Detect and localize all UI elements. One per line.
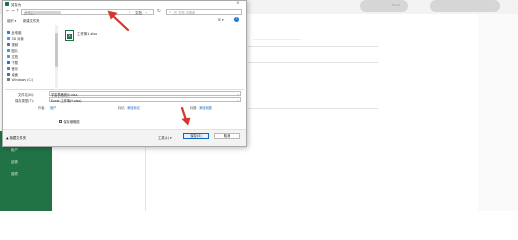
filename-field[interactable]: 宇宙表格统计.xlsx ⌄ bbox=[49, 91, 241, 97]
filename-value: 宇宙表格统计.xlsx bbox=[51, 92, 78, 97]
blurred-user-area-2 bbox=[430, 0, 500, 12]
forward-arrow-icon[interactable]: → bbox=[11, 9, 15, 14]
sidebar-item-options[interactable]: 选项 bbox=[11, 171, 18, 176]
back-arrow-icon[interactable]: ← bbox=[6, 9, 10, 14]
file-name: 工作簿1.xlsx bbox=[77, 32, 98, 36]
blurred-path bbox=[31, 11, 61, 14]
navigation-bar: ← → ↑ 此电脑 › 文档 ⌄ ↻ ⌕ 在 文档 中搜索 bbox=[3, 8, 246, 17]
refresh-icon[interactable]: ↻ bbox=[157, 9, 161, 14]
save-as-dialog: 另存为 × ← → ↑ 此电脑 › 文档 ⌄ ↻ ⌕ 在 文档 中搜索 组织 ▾… bbox=[2, 0, 247, 147]
search-icon: ⌕ bbox=[169, 10, 172, 14]
save-button[interactable]: 保存(S) bbox=[183, 133, 209, 139]
documents-icon bbox=[7, 55, 10, 59]
nav-scrollbar[interactable] bbox=[55, 25, 58, 88]
view-options-button[interactable]: ☰ ▾ bbox=[218, 18, 224, 22]
command-bar: 组织 ▾ 新建文件夹 ☰ ▾ ? bbox=[3, 17, 246, 24]
nav-item-label: 文档 bbox=[11, 55, 19, 59]
pc-icon bbox=[7, 31, 10, 35]
dialog-title: 另存为 bbox=[11, 3, 22, 7]
search-input[interactable]: ⌕ 在 文档 中搜索 bbox=[166, 9, 242, 15]
save-thumbnail-label: 保存缩略图 bbox=[63, 120, 80, 124]
address-bar[interactable]: 此电脑 › 文档 ⌄ bbox=[21, 9, 154, 15]
backstage-divider bbox=[248, 46, 378, 47]
blurred-user-area bbox=[360, 0, 408, 12]
tools-dropdown[interactable]: 工具(L) ▾ bbox=[158, 135, 172, 140]
excel-badge: X bbox=[67, 34, 72, 39]
search-placeholder: 在 文档 中搜索 bbox=[174, 11, 196, 15]
close-icon[interactable]: × bbox=[236, 1, 240, 6]
sidebar-item-account[interactable]: 帐户 bbox=[11, 147, 18, 152]
nav-item-desktop[interactable]: 桌面 bbox=[7, 72, 18, 77]
desktop-icon bbox=[7, 73, 10, 77]
chevron-right-icon: › bbox=[129, 10, 131, 14]
authors-label: 作者: bbox=[38, 106, 46, 110]
video-icon bbox=[7, 43, 10, 47]
title-label: 标题: bbox=[190, 106, 198, 110]
backstage-divider-3 bbox=[248, 108, 378, 109]
nav-item-this-pc[interactable]: 此电脑 bbox=[7, 30, 21, 35]
authors-value[interactable]: 用户 bbox=[50, 105, 56, 110]
save-thumbnail-checkbox[interactable]: 保存缩略图 bbox=[59, 119, 79, 124]
filetype-label: 保存类型(T): bbox=[15, 99, 34, 103]
backstage-info-text: ………………………………………… bbox=[253, 37, 301, 41]
nav-item-videos[interactable]: 视频 bbox=[7, 42, 18, 47]
filetype-value: Excel 工作簿(*.xlsx) bbox=[51, 98, 82, 103]
nav-item-pictures[interactable]: 图片 bbox=[7, 48, 18, 53]
nav-item-c-drive[interactable]: Windows (C:) bbox=[7, 78, 33, 83]
title-value[interactable]: 添加标题 bbox=[199, 105, 212, 110]
backstage-right-shade bbox=[478, 14, 518, 211]
dialog-titlebar[interactable]: 另存为 × bbox=[3, 1, 246, 8]
chevron-down-icon[interactable]: ⌄ bbox=[236, 98, 239, 102]
nav-item-downloads[interactable]: 下载 bbox=[7, 60, 18, 65]
downloads-icon bbox=[7, 61, 10, 65]
address-leaf[interactable]: 文档 bbox=[135, 10, 142, 15]
backstage-divider-2 bbox=[248, 62, 378, 63]
drive-icon bbox=[7, 78, 10, 82]
nav-item-3d-objects[interactable]: 3D 对象 bbox=[7, 36, 24, 41]
nav-item-label: 下载 bbox=[11, 61, 19, 65]
nav-item-documents[interactable]: 文档 bbox=[7, 54, 18, 59]
checkbox-box[interactable] bbox=[59, 120, 62, 124]
tags-label: 标记: bbox=[118, 106, 126, 110]
excel-app-icon bbox=[5, 2, 9, 6]
filename-label: 文件名(N): bbox=[18, 93, 35, 97]
nav-item-label: 此电脑 bbox=[11, 31, 22, 35]
pane-splitter[interactable] bbox=[5, 89, 244, 90]
file-item[interactable]: X 工作簿1.xlsx bbox=[65, 29, 110, 43]
chevron-down-icon[interactable]: ⌄ bbox=[145, 10, 148, 14]
new-folder-button[interactable]: 新建文件夹 bbox=[23, 18, 39, 23]
excel-file-icon: X bbox=[65, 30, 74, 41]
nav-item-label: 视频 bbox=[11, 43, 19, 47]
chevron-down-icon[interactable]: ⌄ bbox=[236, 92, 239, 96]
up-arrow-icon[interactable]: ↑ bbox=[16, 9, 20, 14]
organize-button[interactable]: 组织 ▾ bbox=[7, 18, 16, 23]
hide-folders-button[interactable]: ▲ 隐藏文件夹 bbox=[6, 135, 26, 140]
nav-item-label: 图片 bbox=[11, 49, 19, 53]
pictures-icon bbox=[7, 49, 10, 53]
file-list: X 工作簿1.xlsx bbox=[61, 25, 245, 88]
music-icon bbox=[7, 67, 10, 71]
nav-item-label: 3D 对象 bbox=[11, 37, 24, 41]
cancel-button[interactable]: 取消 bbox=[214, 133, 240, 139]
nav-item-label: 音乐 bbox=[11, 67, 19, 71]
tags-value[interactable]: 添加标记 bbox=[127, 105, 140, 110]
navigation-pane: 此电脑 3D 对象 视频 图片 文档 下载 音乐 桌面 Windows (C:) bbox=[5, 25, 59, 88]
filetype-select[interactable]: Excel 工作簿(*.xlsx) ⌄ bbox=[49, 97, 241, 103]
dialog-footer: ▲ 隐藏文件夹 工具(L) ▾ 保存(S) 取消 bbox=[3, 129, 246, 146]
nav-item-music[interactable]: 音乐 bbox=[7, 66, 18, 71]
nav-item-label: 桌面 bbox=[11, 73, 19, 77]
nav-scrollbar-thumb[interactable] bbox=[55, 33, 58, 67]
nav-item-label: Windows (C:) bbox=[11, 78, 34, 82]
sidebar-item-feedback[interactable]: 反馈 bbox=[11, 159, 18, 164]
help-icon[interactable]: ? bbox=[234, 17, 239, 22]
3d-objects-icon bbox=[7, 37, 10, 41]
